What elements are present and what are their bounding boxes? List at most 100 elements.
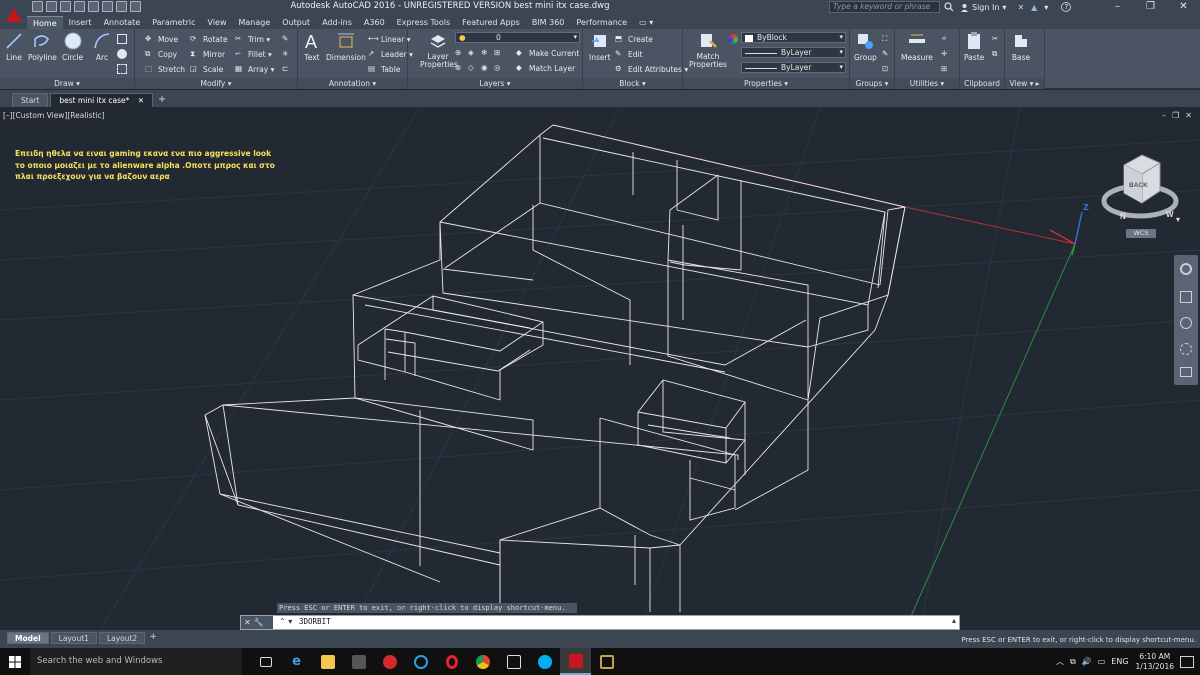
select-all-button[interactable]: ⊞ (941, 63, 951, 75)
create-block-button[interactable]: ⬒ Create (615, 33, 653, 45)
close-command-line-icon[interactable]: ✕ (244, 618, 251, 627)
help-icon[interactable]: ? (1061, 2, 1072, 12)
close-tab-icon[interactable]: ✕ (138, 96, 144, 105)
avast-button[interactable] (374, 648, 405, 675)
command-line[interactable]: ✕ 🔧 ⌃ ▾ 3DORBIT ▴ (240, 615, 960, 630)
draw-panel-title[interactable]: Draw ▾ (0, 78, 134, 89)
command-history-toggle-icon[interactable]: ▴ (952, 616, 956, 625)
copy-button[interactable]: ⧉ Copy (145, 48, 177, 60)
tab-layout1[interactable]: Layout1 (50, 632, 97, 644)
layer-previous-icon[interactable]: ◇ (468, 63, 478, 73)
notification-icon[interactable]: ⧉ (1070, 657, 1076, 667)
network-icon[interactable]: ▭ (1098, 657, 1106, 666)
stretch-button[interactable]: ⬚ Stretch (145, 63, 185, 75)
viewport-close-button[interactable]: ✕ (1185, 111, 1192, 120)
close-button[interactable]: ✕ (1167, 0, 1200, 15)
edge-button[interactable]: e (281, 648, 312, 675)
tab-output[interactable]: Output (276, 16, 316, 29)
rectangle-button[interactable] (117, 33, 127, 45)
steering-wheel-icon[interactable] (1180, 263, 1192, 275)
stay-connected-icon[interactable]: ▾ (1044, 3, 1048, 12)
showmotion-icon[interactable] (1180, 367, 1192, 377)
utilities-panel-title[interactable]: Utilities ▾ (895, 78, 959, 89)
viewport-restore-button[interactable]: ❐ (1172, 111, 1179, 120)
cut-button[interactable]: ✂ (992, 33, 1002, 45)
group-select-button[interactable]: ⊡ (882, 63, 892, 75)
groups-panel-title[interactable]: Groups ▾ (850, 78, 894, 89)
language-indicator[interactable]: ENG (1111, 657, 1128, 666)
clock[interactable]: 6:10 AM 1/13/2016 (1136, 652, 1174, 672)
exchange-apps-icon[interactable]: ✕ (1017, 3, 1024, 12)
layer-isolate-icon[interactable]: ◈ (468, 48, 478, 58)
properties-panel-title[interactable]: Properties ▾ (683, 78, 849, 89)
store-button[interactable] (498, 648, 529, 675)
tab-parametric[interactable]: Parametric (146, 16, 201, 29)
skype-button[interactable] (529, 648, 560, 675)
rotate-button[interactable]: ⟳ Rotate (190, 33, 228, 45)
leader-button[interactable]: ↗ Leader ▾ (368, 48, 413, 60)
lineweight-dropdown[interactable]: ByLayer ▾ (741, 62, 846, 73)
polyline-button[interactable]: Polyline (28, 31, 57, 62)
trim-button[interactable]: ✂ Trim ▾ (235, 33, 270, 45)
layer-match-icon[interactable]: ⊗ (455, 63, 465, 73)
tab-bim-360[interactable]: BIM 360 (526, 16, 571, 29)
layer-lock-icon[interactable]: ⊞ (494, 48, 504, 58)
tab-insert[interactable]: Insert (63, 16, 98, 29)
sign-in-button[interactable]: Sign In ▾ ✕ ▲ ▾ ? (960, 2, 1072, 12)
file-explorer-button[interactable] (312, 648, 343, 675)
paste-button[interactable]: Paste (964, 31, 984, 62)
id-point-button[interactable]: ✛ (941, 48, 951, 60)
copy-clip-button[interactable]: ⧉ (992, 48, 1002, 60)
modify-panel-title[interactable]: Modify ▾ (135, 78, 297, 89)
text-button[interactable]: A Text (302, 31, 322, 62)
edit-attributes-button[interactable]: ⚙ Edit Attributes ▾ (615, 63, 688, 75)
tab-express-tools[interactable]: Express Tools (391, 16, 457, 29)
line-button[interactable]: Line (4, 31, 24, 62)
orbit-icon[interactable] (1180, 343, 1192, 355)
viewport-label[interactable]: [–][Custom View][Realistic] (3, 111, 105, 120)
viewport-minimize-button[interactable]: – (1162, 111, 1166, 120)
hatch-button[interactable] (117, 48, 127, 60)
customize-command-line-icon[interactable]: 🔧 (254, 618, 264, 627)
measure-button[interactable]: Measure (901, 31, 933, 62)
layers-panel-title[interactable]: Layers ▾ (408, 78, 582, 89)
restore-button[interactable]: ❐ (1134, 0, 1167, 15)
tab-start[interactable]: Start (12, 93, 49, 107)
search-icon[interactable] (944, 2, 954, 12)
tab-manage[interactable]: Manage (233, 16, 277, 29)
linear-button[interactable]: ⟷ Linear ▾ (368, 33, 410, 45)
command-input[interactable]: 3DORBIT (299, 617, 331, 626)
erase-button[interactable]: ✎ (282, 33, 292, 45)
tab-best-mini-itx-case[interactable]: best mini itx case* ✕ (50, 93, 154, 107)
view-panel-title[interactable]: View ▾ ▸ (1005, 78, 1044, 89)
drawing-viewport[interactable]: [–][Custom View][Realistic] – ❐ ✕ Επειδη… (0, 107, 1200, 630)
mirror-button[interactable]: ⧗ Mirror (190, 48, 225, 60)
layer-walk-icon[interactable]: ◉ (481, 63, 491, 73)
color-wheel-icon[interactable] (728, 34, 738, 44)
group-edit-button[interactable]: ✎ (882, 48, 892, 60)
new-tab-button[interactable]: + (155, 94, 169, 107)
layer-unisolate-icon[interactable]: ◎ (494, 63, 504, 73)
tab-model[interactable]: Model (7, 632, 49, 644)
tab-annotate[interactable]: Annotate (98, 16, 147, 29)
start-button[interactable] (0, 648, 30, 675)
dimension-button[interactable]: Dimension (326, 31, 366, 62)
scale-button[interactable]: ◲ Scale (190, 63, 223, 75)
insert-button[interactable]: Insert (589, 31, 611, 62)
tab-performance[interactable]: Performance (570, 16, 633, 29)
tab-view[interactable]: View (202, 16, 233, 29)
layer-dropdown[interactable]: ● 0 ▾ (455, 32, 580, 43)
layer-freeze-icon[interactable]: ❄ (481, 48, 491, 58)
wireframe-model[interactable] (0, 107, 1200, 630)
group-button[interactable]: Group (854, 31, 877, 62)
annotation-panel-title[interactable]: Annotation ▾ (298, 78, 407, 89)
explode-button[interactable]: ✳ (282, 48, 292, 60)
tab-layout2[interactable]: Layout2 (98, 632, 146, 644)
opera-button[interactable] (436, 648, 467, 675)
linetype-dropdown[interactable]: ByLayer ▾ (741, 47, 846, 58)
tab-a360[interactable]: A360 (358, 16, 391, 29)
move-button[interactable]: ✥ Move (145, 33, 178, 45)
layer-properties-button[interactable]: Layer Properties (420, 31, 458, 69)
offset-button[interactable]: ⊏ (282, 63, 292, 75)
pan-icon[interactable] (1180, 291, 1192, 303)
